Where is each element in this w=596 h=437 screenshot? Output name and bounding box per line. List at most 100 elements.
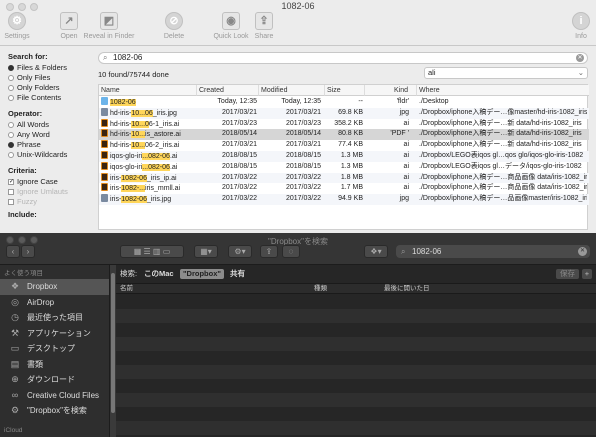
quick-look-button[interactable]: ◉ Quick Look xyxy=(211,12,251,40)
scrollbar-thumb[interactable] xyxy=(111,273,115,413)
table-row[interactable]: iris-1082-06_iris_ip.ai 2017/03/22 2017/03… xyxy=(99,172,589,184)
column-header-created[interactable]: Created xyxy=(197,85,259,96)
forward-button[interactable]: › xyxy=(21,245,35,258)
search-input[interactable]: ⌕ 1082-06 ✕ xyxy=(98,52,588,64)
search-icon: ⌕ xyxy=(401,247,406,256)
radio-files-folders[interactable]: Files & Folders xyxy=(8,63,96,73)
checkbox-fuzzy[interactable]: Fuzzy xyxy=(8,197,96,207)
reveal-in-finder-button[interactable]: ◩ Reveal in Finder xyxy=(82,12,136,40)
table-row[interactable]: hd-iris-10...is_astore.ai 2018/05/14 2018/… xyxy=(99,129,589,141)
sidebar-item-desktop[interactable]: ▭ デスクトップ xyxy=(0,341,109,357)
view-mode-switcher[interactable]: ▦ ☰ ▥ ▭ xyxy=(120,245,184,258)
cell-where: ./Dropbox/LEGO表iqos gl…データ/iqos-glo-iris… xyxy=(419,162,582,170)
sidebar-item-label: "Dropbox"を検索 xyxy=(27,406,87,415)
table-row[interactable]: hd-iris-10...06-2_iris.ai 2017/03/21 2017/… xyxy=(99,140,589,151)
column-header-modified[interactable]: Modified xyxy=(259,85,325,96)
open-button[interactable]: ↗ Open xyxy=(56,12,82,40)
cell-where: ./Dropbox/iphone入稿デー…像master/hd-iris-108… xyxy=(419,108,587,116)
settings-button[interactable]: ⚙ Settings xyxy=(2,12,32,40)
empty-row xyxy=(116,421,596,435)
column-header-kind[interactable]: 種類 xyxy=(314,284,327,294)
column-header-name[interactable]: 名前 xyxy=(120,284,133,294)
save-search-button[interactable]: 保存 xyxy=(556,269,579,279)
dropbox-menu-button[interactable]: ❖▾ xyxy=(364,245,388,258)
info-button[interactable]: i Info xyxy=(570,12,592,40)
sidebar-items: ❖ Dropbox ◎ AirDrop ◷ 最近使った項目 ⚒ アプリケーション ▭ デスクトップ… xyxy=(0,279,109,419)
table-row[interactable]: iris-1082-06_iris.jpg 2017/03/22 2017/03/2… xyxy=(99,194,589,205)
gear-icon: ⚙▾ xyxy=(234,247,246,256)
open-document-icon: ↗ xyxy=(60,12,78,30)
cell-modified: 2017/03/22 xyxy=(285,184,321,192)
column-header-where[interactable]: Where xyxy=(417,85,589,96)
radio-any-word[interactable]: Any Word xyxy=(8,130,96,140)
name-match-highlight: 1082-06 xyxy=(121,196,147,204)
include-heading: Include: xyxy=(8,210,37,219)
group-button[interactable]: ▦▾ xyxy=(194,245,218,258)
radio-icon xyxy=(8,122,14,128)
empty-row xyxy=(116,337,596,351)
share-button[interactable]: ⇪ Share xyxy=(252,12,276,40)
column-header-size[interactable]: Size xyxy=(325,85,365,96)
radio-all-words[interactable]: All Words xyxy=(8,120,96,130)
cell-created: 2017/03/22 xyxy=(221,184,257,192)
sidebar-item-downloads[interactable]: ⊕ ダウンロード xyxy=(0,372,109,388)
radio-label: Unix-Wildcards xyxy=(17,150,68,159)
empty-row xyxy=(116,309,596,323)
clear-search-icon[interactable]: ✕ xyxy=(576,54,584,62)
share-button[interactable]: ⇪ xyxy=(260,245,278,258)
name-text: _iris.jpg xyxy=(146,196,172,204)
sidebar-item-creative-cloud[interactable]: ∞ Creative Cloud Files xyxy=(0,388,109,404)
radio-only-folders[interactable]: Only Folders xyxy=(8,83,96,93)
column-header-last-opened[interactable]: 最後に開いた日 xyxy=(384,284,430,294)
table-row[interactable]: iqos-glo-iri...082-06.ai 2018/08/15 2018/0… xyxy=(99,161,589,173)
filter-dropdown[interactable]: ali ⌄ xyxy=(424,67,588,79)
sidebar-item-airdrop[interactable]: ◎ AirDrop xyxy=(0,295,109,311)
cell-size: 77.4 KB xyxy=(338,141,363,149)
sidebar-item-recents[interactable]: ◷ 最近使った項目 xyxy=(0,310,109,326)
cell-where: ./Dropbox/iphone入稿デー…新 data/hd-iris-1082… xyxy=(419,130,582,138)
tag-button[interactable]: ◌ xyxy=(282,245,300,258)
scope-shared[interactable]: 共有 xyxy=(230,265,245,283)
name-text: hd-iris- xyxy=(110,120,132,128)
radio-phrase[interactable]: Phrase xyxy=(8,140,96,150)
sidebar-item-gear[interactable]: ⚙ "Dropbox"を検索 xyxy=(0,403,109,419)
action-button[interactable]: ⚙▾ xyxy=(228,245,252,258)
column-header-kind[interactable]: Kind xyxy=(365,85,417,96)
radio-icon xyxy=(8,152,14,158)
column-header-name[interactable]: Name xyxy=(99,85,197,96)
radio-unix-wildcards[interactable]: Unix-Wildcards xyxy=(8,150,96,160)
radio-icon xyxy=(8,132,14,138)
checkbox-icon xyxy=(8,199,14,205)
cell-where: ./Dropbox/LEGO表iqos gl…qos glo/iqos-glo-… xyxy=(419,152,584,159)
chevron-down-icon: ⌄ xyxy=(577,68,584,77)
quick-look-label: Quick Look xyxy=(213,33,249,40)
clear-search-icon[interactable]: ✕ xyxy=(578,247,587,256)
radio-only-files[interactable]: Only Files xyxy=(8,73,96,83)
checkbox-ignore-case[interactable]: ✓ Ignore Case xyxy=(8,177,96,187)
filter-value: ali xyxy=(428,68,436,77)
table-row[interactable]: 1082-06 Today, 12:35 Today, 12:35 -- 'fldr'.… xyxy=(99,97,589,108)
back-button[interactable]: ‹ xyxy=(6,245,20,258)
table-row[interactable]: iris-1082-...iris_mmll.ai 2017/03/22 2017/… xyxy=(99,183,589,194)
table-row[interactable]: iqos-glo-iri...082-06.ai 2018/08/15 2018/0… xyxy=(99,151,589,162)
table-row[interactable]: hd-iris-10...06-1_iris.ai 2017/03/23 2017/… xyxy=(99,118,589,130)
add-criteria-button[interactable]: + xyxy=(582,269,592,279)
sidebar-item-dropbox[interactable]: ❖ Dropbox xyxy=(0,279,109,295)
checkbox-ignore-umlauts[interactable]: Ignore Umlauts xyxy=(8,187,96,197)
scope-dropbox[interactable]: "Dropbox" xyxy=(180,269,224,279)
gear-icon: ⚙ xyxy=(10,405,20,415)
scope-this-mac[interactable]: このMac xyxy=(144,265,174,283)
sidebar-item-label: デスクトップ xyxy=(27,344,75,353)
image-file-icon xyxy=(101,107,108,116)
sidebar-item-applications[interactable]: ⚒ アプリケーション xyxy=(0,326,109,342)
radio-file-contents[interactable]: File Contents xyxy=(8,93,96,103)
documents-icon: ▤ xyxy=(10,358,20,369)
table-row[interactable]: hd-iris-10...06_iris.jpg 2017/03/21 2017/0… xyxy=(99,107,589,119)
cell-created: 2018/08/15 xyxy=(221,152,257,159)
delete-button[interactable]: ⊘ Delete xyxy=(160,12,188,40)
finder-search-input[interactable]: ⌕ 1082-06 ✕ xyxy=(396,245,590,258)
name-text: hd-iris- xyxy=(110,131,132,139)
name-match-highlight: 10... xyxy=(131,131,146,139)
sidebar-item-documents[interactable]: ▤ 書類 xyxy=(0,357,109,373)
window-title: 1082-06 xyxy=(281,1,315,11)
